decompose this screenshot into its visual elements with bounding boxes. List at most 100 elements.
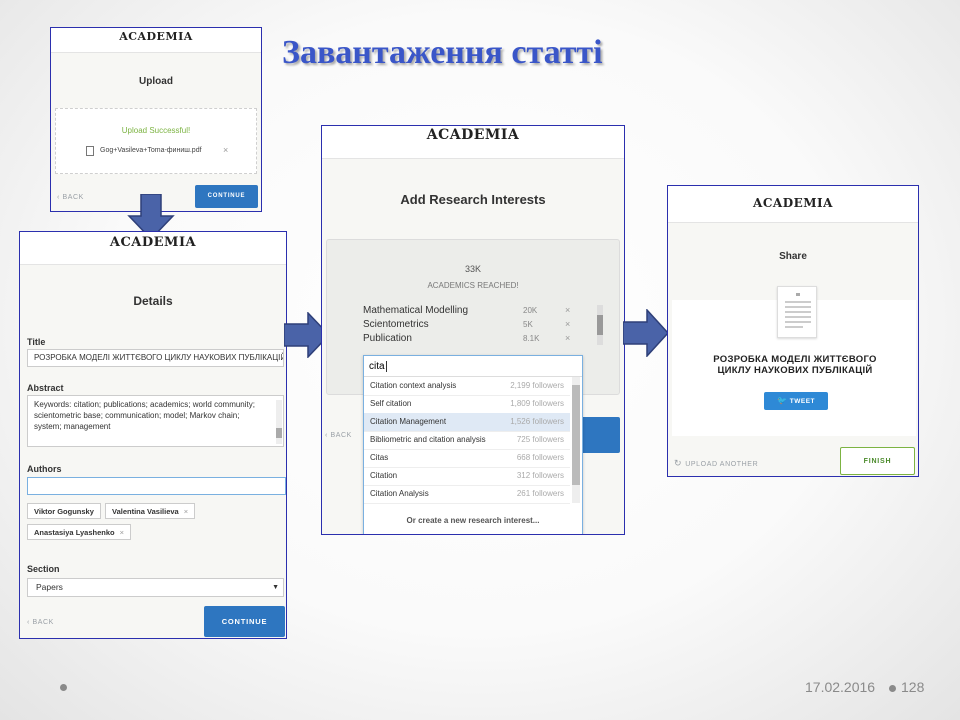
suggestion-name: Bibliometric and citation analysis	[370, 435, 486, 444]
title-field[interactable]: РОЗРОБКА МОДЕЛІ ЖИТТЄВОГО ЦИКЛУ НАУКОВИХ…	[27, 349, 284, 367]
authors-input[interactable]	[27, 477, 286, 495]
abstract-field[interactable]: Keywords: citation; publications; academ…	[27, 395, 284, 447]
abstract-text: Keywords: citation; publications; academ…	[34, 400, 255, 431]
section-value: Papers	[36, 582, 63, 592]
suggestion-followers: 261 followers	[516, 489, 564, 498]
interest-item: Scientometrics 5K ×	[363, 319, 603, 330]
reach-count: 33K	[464, 264, 481, 274]
suggestion-name: Citation Analysis	[370, 489, 429, 498]
interest-list: Mathematical Modelling 20K × Scientometr…	[363, 305, 603, 349]
remove-author-icon[interactable]: ×	[184, 507, 188, 516]
suggestion-name: Citation Management	[370, 417, 447, 426]
interest-list-scrollbar[interactable]	[597, 305, 603, 345]
continue-button[interactable]	[577, 417, 620, 453]
upload-success-text: Upload Successful!	[121, 126, 191, 135]
suggestion-item[interactable]: Bibliometric and citation analysis 725 fo…	[364, 431, 570, 450]
suggestion-followers: 1,809 followers	[510, 399, 564, 408]
author-name: Valentina Vasilieva	[112, 507, 179, 516]
back-link[interactable]: ‹ BACK	[27, 619, 54, 626]
interests-heading: Add Research Interests	[400, 192, 546, 207]
academia-logo: ACADEMIA	[322, 126, 624, 159]
suggestion-item[interactable]: Citation Management 1,526 followers	[364, 413, 570, 432]
suggestion-scrollbar[interactable]	[572, 377, 580, 503]
suggestion-followers: 725 followers	[516, 435, 564, 444]
interest-name: Mathematical Modelling	[363, 305, 469, 316]
continue-button[interactable]: CONTINUE	[204, 606, 285, 637]
share-panel: ACADEMIA Share РОЗРОБКА МОДЕЛІ ЖИТТЄВОГО…	[667, 185, 919, 477]
back-link[interactable]: ‹ BACK	[57, 194, 84, 201]
caret-down-icon: ▼	[272, 584, 279, 591]
file-icon	[86, 146, 94, 156]
upload-panel: ACADEMIA Upload Upload Successful! Gog+V…	[50, 27, 262, 212]
share-heading: Share	[779, 251, 807, 262]
interest-search-dropdown: cita Citation context analysis 2,199 foll…	[363, 355, 583, 534]
search-value: cita	[369, 361, 385, 372]
tweet-button[interactable]: 🐦 TWEET	[764, 392, 828, 410]
suggestion-item[interactable]: Citation context analysis 2,199 followers	[364, 377, 570, 396]
footer-bullet	[60, 684, 67, 691]
file-name: Gog+Vasileva+Toma-финиш.pdf	[100, 147, 202, 154]
right-arrow-icon	[623, 309, 669, 357]
suggestion-item[interactable]: Citation 312 followers	[364, 467, 570, 486]
interest-item: Publication 8.1K ×	[363, 333, 603, 344]
slide-title: Завантаження статті	[282, 34, 603, 71]
suggestion-item[interactable]: Self citation 1,809 followers	[364, 395, 570, 414]
suggestion-item[interactable]: Citation Analysis 261 followers	[364, 485, 570, 504]
document-icon	[777, 286, 817, 338]
suggestion-name: Citas	[370, 453, 389, 462]
upload-result-box: Upload Successful! Gog+Vasileva+Toma-фин…	[55, 108, 257, 174]
footer-bullet	[889, 685, 896, 692]
upload-another-link[interactable]: ↻ UPLOAD ANOTHER	[674, 458, 758, 469]
remove-interest-icon[interactable]: ×	[565, 333, 570, 343]
academia-logo: ACADEMIA	[51, 28, 261, 53]
suggestion-name: Self citation	[370, 399, 412, 408]
interests-panel: ACADEMIA Add Research Interests 33K ACAD…	[321, 125, 625, 535]
refresh-icon: ↻	[674, 458, 686, 468]
abstract-scrollbar[interactable]	[276, 400, 282, 444]
details-panel: ACADEMIA Details Title РОЗРОБКА МОДЕЛІ Ж…	[19, 231, 287, 639]
interest-name: Publication	[363, 333, 412, 344]
slide-page-number: 128	[901, 679, 925, 695]
details-heading: Details	[133, 294, 173, 308]
interest-name: Scientometrics	[363, 319, 429, 330]
continue-button[interactable]: CONTINUE	[195, 185, 258, 208]
back-link[interactable]: ‹ BACK	[325, 432, 352, 439]
tweet-label: TWEET	[789, 398, 816, 405]
share-card: РОЗРОБКА МОДЕЛІ ЖИТТЄВОГО ЦИКЛУ НАУКОВИХ…	[672, 286, 916, 436]
abstract-label: Abstract	[27, 383, 64, 393]
section-select[interactable]: Papers ▼	[27, 578, 284, 597]
author-chip[interactable]: Valentina Vasilieva ×	[105, 503, 196, 519]
upload-another-label: UPLOAD ANOTHER	[685, 461, 759, 468]
back-label: BACK	[62, 194, 84, 201]
title-label: Title	[27, 337, 46, 347]
paper-title: РОЗРОБКА МОДЕЛІ ЖИТТЄВОГО ЦИКЛУ НАУКОВИХ…	[713, 354, 877, 376]
suggestion-item[interactable]: Citas 668 followers	[364, 449, 570, 468]
remove-file-icon[interactable]: ×	[223, 145, 228, 155]
interest-item: Mathematical Modelling 20K ×	[363, 305, 603, 316]
finish-button[interactable]: FINISH	[840, 447, 915, 475]
academia-logo: ACADEMIA	[20, 232, 286, 265]
upload-heading: Upload	[139, 76, 173, 87]
create-interest-link[interactable]: Or create a new research interest...	[364, 516, 582, 525]
remove-interest-icon[interactable]: ×	[565, 305, 570, 315]
author-chip[interactable]: Viktor Gogunsky	[27, 503, 101, 519]
suggestion-name: Citation context analysis	[370, 381, 457, 390]
suggestion-followers: 2,199 followers	[510, 381, 564, 390]
author-name: Viktor Gogunsky	[34, 507, 94, 516]
interest-count: 5K	[523, 320, 533, 329]
interest-search-input[interactable]: cita	[364, 356, 582, 377]
suggestion-followers: 312 followers	[516, 471, 564, 480]
interest-count: 20K	[523, 306, 538, 315]
suggestion-list: Citation context analysis 2,199 followers…	[364, 377, 582, 504]
twitter-icon: 🐦	[776, 396, 788, 405]
suggestion-name: Citation	[370, 471, 398, 480]
slide-date: 17.02.2016	[805, 679, 876, 695]
remove-interest-icon[interactable]: ×	[565, 319, 570, 329]
reach-label: ACADEMICS REACHED!	[427, 281, 519, 290]
author-name: Anastasiya Lyashenko	[34, 528, 115, 537]
remove-author-icon[interactable]: ×	[120, 528, 124, 537]
section-label: Section	[27, 564, 60, 574]
author-chip[interactable]: Anastasiya Lyashenko ×	[27, 524, 131, 540]
suggestion-followers: 1,526 followers	[510, 417, 564, 426]
back-label: BACK	[32, 619, 54, 626]
